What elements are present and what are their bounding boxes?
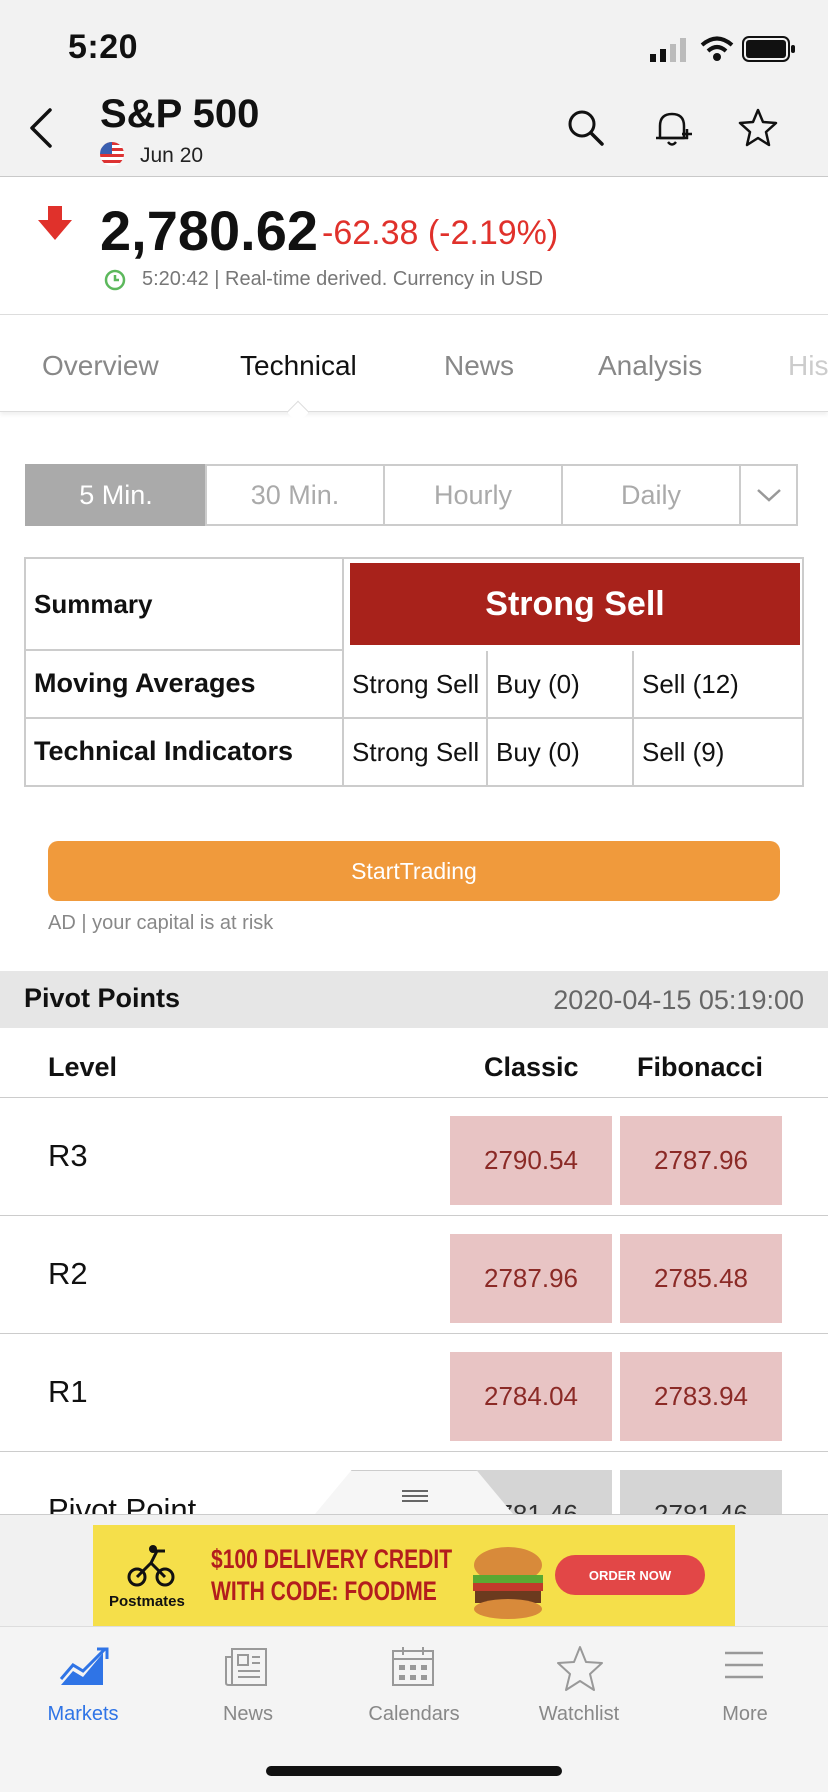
moving-averages-sell: Sell (12) [634,651,802,719]
ad-disclaimer: AD | your capital is at risk [48,912,274,934]
nav-label: Watchlist [538,1703,620,1725]
signal-icon [650,38,686,62]
us-flag-icon [100,142,124,166]
back-icon[interactable] [26,106,56,150]
pivot-header: Pivot Points 2020-04-15 05:19:00 [0,971,828,1028]
nav-label: Markets [47,1703,119,1725]
ad-banner[interactable]: Postmates $100 DELIVERY CREDIT WITH CODE… [93,1525,735,1627]
technical-indicators-label: Technical Indicators [26,719,344,785]
postmates-scooter-icon [127,1545,175,1587]
battery-icon [742,36,795,62]
newspaper-icon [225,1648,267,1686]
column-fibonacci: Fibonacci [637,1052,764,1082]
header-date: Jun 20 [140,144,204,167]
pivot-fibonacci-value: 2787.96 [620,1116,782,1205]
nav-markets[interactable]: Markets [0,1627,166,1727]
quote-meta: 5:20:42 | Real-time derived. Currency in… [142,268,543,290]
pivot-date: 2020-04-15 05:19:00 [553,985,804,1015]
pivot-level: R1 [48,1374,88,1409]
chart-icon [59,1647,109,1685]
ad-headline-line2: WITH CODE: FOODME [211,1576,437,1606]
tab-analysis[interactable]: Analysis [598,350,702,382]
search-icon[interactable] [564,106,608,150]
summary-verdict: Strong Sell [350,563,800,645]
summary-label: Summary [26,559,344,651]
tab-bar: Overview Technical News Analysis His [0,316,828,424]
pivot-fibonacci-value: 2783.94 [620,1352,782,1441]
bell-add-icon[interactable] [650,106,694,150]
tab-historical[interactable]: His [788,350,828,382]
timeframe-selector: 5 Min. 30 Min. Hourly Daily [25,464,802,526]
pivot-level: R2 [48,1256,88,1291]
timeframe-5min[interactable]: 5 Min. [25,464,207,526]
nav-label: More [722,1703,768,1725]
nav-watchlist[interactable]: Watchlist [496,1627,662,1727]
moving-averages-signal: Strong Sell [344,651,488,719]
down-arrow-icon [38,206,72,240]
status-bar: 5:20 [0,0,828,92]
ad-brand: Postmates [109,1593,185,1610]
nav-more[interactable]: More [662,1627,828,1727]
price-change: -62.38 (-2.19%) [322,214,559,252]
pivot-classic-value: 2790.54 [450,1116,612,1205]
nav-label: Calendars [368,1703,460,1725]
price: 2,780.62 [100,199,318,262]
status-time: 5:20 [68,28,139,66]
technical-indicators-name: Technical Indicators [34,736,294,767]
wifi-icon [700,36,734,61]
pivot-row-r2: R2 2787.96 2785.48 [0,1216,828,1334]
pivot-title: Pivot Points [24,983,181,1013]
ad-bar: Postmates $100 DELIVERY CREDIT WITH CODE… [0,1514,828,1627]
technical-indicators-buy: Buy (0) [488,719,634,785]
column-level: Level [48,1052,118,1082]
timeframe-dropdown[interactable] [739,464,798,526]
page-title: S&P 500 [100,92,260,136]
moving-averages-name: Moving Averages [34,668,256,699]
ad-order-now-button[interactable]: ORDER NOW [555,1555,705,1595]
technical-summary-table: Summary Strong Sell Moving Averages Stro… [24,557,804,787]
pivot-column-headers: Level Classic Fibonacci [0,1028,828,1098]
ad-headline: $100 DELIVERY CREDIT WITH CODE: FOODME [211,1543,452,1607]
technical-indicators-sell: Sell (9) [642,736,725,767]
quote-panel: 2,780.62 -62.38 (-2.19%) 5:20:42 | Real-… [0,178,828,315]
pivot-row-r3: R3 2790.54 2787.96 [0,1098,828,1216]
ad-headline-line1: $100 DELIVERY CREDIT [211,1544,453,1574]
column-classic: Classic [484,1052,579,1082]
pivot-classic-value: 2787.96 [450,1234,612,1323]
pivot-level: R3 [48,1138,88,1173]
moving-averages-buy: Buy (0) [488,651,634,719]
nav-label: News [222,1703,273,1725]
home-indicator [266,1766,562,1776]
calendar-icon [392,1647,434,1686]
timeframe-30min[interactable]: 30 Min. [205,464,385,526]
nav-news[interactable]: News [165,1627,331,1727]
tab-technical[interactable]: Technical [240,350,357,382]
tab-news[interactable]: News [444,350,514,382]
pivot-fibonacci-value: 2785.48 [620,1234,782,1323]
active-tab-pointer [286,400,310,424]
star-icon [557,1646,603,1691]
star-icon[interactable] [736,106,780,150]
clock-icon [104,269,126,291]
moving-averages-label: Moving Averages [26,651,344,719]
drag-handle-icon [402,1490,428,1502]
tab-overview[interactable]: Overview [42,350,159,382]
timeframe-daily[interactable]: Daily [561,464,741,526]
timeframe-hourly[interactable]: Hourly [383,464,563,526]
start-trading-button[interactable]: StartTrading [48,841,780,901]
pivot-classic-value: 2784.04 [450,1352,612,1441]
technical-indicators-signal: Strong Sell [344,719,488,785]
pivot-row-r1: R1 2784.04 2783.94 [0,1334,828,1452]
nav-calendars[interactable]: Calendars [331,1627,497,1727]
menu-icon [725,1651,763,1679]
chevron-down-icon [756,489,781,502]
header: S&P 500 Jun 20 [0,92,828,177]
burger-image [473,1547,543,1619]
